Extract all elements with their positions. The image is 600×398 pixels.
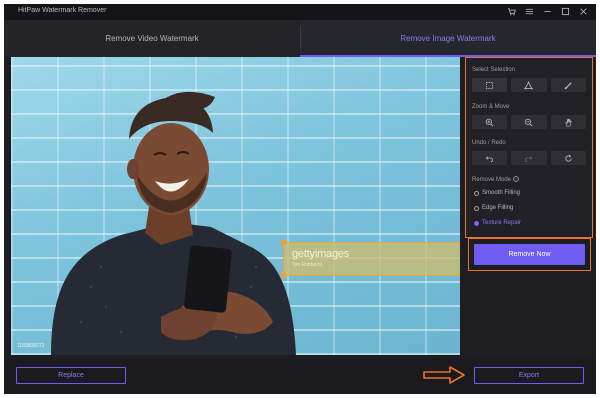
undo-tools-row bbox=[472, 151, 586, 165]
hand-icon[interactable] bbox=[550, 115, 586, 129]
polygon-select-icon[interactable] bbox=[511, 78, 547, 92]
undo-icon[interactable] bbox=[472, 151, 508, 165]
undo-redo-label: Undo / Redo bbox=[472, 140, 506, 146]
mode-edge-filling[interactable]: Edge Filling bbox=[474, 205, 513, 211]
zoom-move-label: Zoom & Move bbox=[472, 104, 510, 110]
arrow-right-icon bbox=[423, 366, 465, 384]
remove-mode-text: Remove Mode bbox=[472, 177, 512, 183]
image-canvas[interactable]: gettyimages Tim Robberts 1183806072 bbox=[11, 57, 460, 355]
tab-remove-image-watermark[interactable]: Remove Image Watermark bbox=[300, 20, 596, 57]
photo-subject bbox=[51, 91, 296, 355]
maximize-icon[interactable] bbox=[560, 7, 570, 17]
resize-handle-top-right[interactable] bbox=[459, 240, 460, 245]
remove-mode-label: Remove Mode? bbox=[472, 176, 520, 183]
window-controls bbox=[506, 6, 588, 18]
title-bar: HitPaw Watermark Remover bbox=[4, 4, 596, 20]
zoom-out-icon[interactable] bbox=[511, 115, 547, 129]
remove-now-highlight: Remove Now bbox=[468, 238, 591, 271]
tab-divider bbox=[300, 26, 301, 51]
zoom-tools-row bbox=[472, 115, 586, 129]
tab-remove-video-watermark[interactable]: Remove Video Watermark bbox=[4, 20, 300, 57]
resize-handle-bottom-left[interactable] bbox=[281, 273, 286, 278]
tool-panel: Select Selection Zoom & Move Undo / Redo… bbox=[465, 57, 593, 238]
resize-handle-bottom-right[interactable] bbox=[459, 273, 460, 278]
mode-label: Smooth Filling bbox=[482, 190, 521, 196]
bottom-bar: Replace Export bbox=[4, 359, 596, 394]
export-button[interactable]: Export bbox=[474, 367, 584, 384]
app-title: HitPaw Watermark Remover bbox=[18, 7, 107, 14]
redo-icon[interactable] bbox=[511, 151, 547, 165]
mode-label: Edge Filling bbox=[482, 205, 514, 211]
radio-icon bbox=[474, 190, 479, 196]
brush-icon[interactable] bbox=[550, 78, 586, 92]
cart-icon[interactable] bbox=[506, 7, 516, 17]
watermark-subtext: Tim Robberts bbox=[292, 262, 322, 268]
mode-smooth-filling[interactable]: Smooth Filling bbox=[474, 190, 520, 196]
select-selection-label: Select Selection bbox=[472, 67, 516, 73]
watermark-text: gettyimages bbox=[292, 248, 350, 260]
reset-icon[interactable] bbox=[550, 151, 586, 165]
minimize-icon[interactable] bbox=[542, 7, 552, 17]
close-icon[interactable] bbox=[578, 7, 588, 17]
zoom-in-icon[interactable] bbox=[472, 115, 508, 129]
radio-selected-icon bbox=[474, 220, 479, 226]
radio-icon bbox=[474, 205, 479, 211]
replace-button[interactable]: Replace bbox=[16, 367, 126, 384]
select-tools-row bbox=[472, 78, 586, 92]
app-window: HitPaw Watermark Remover Remove Video Wa… bbox=[4, 4, 596, 394]
menu-icon[interactable] bbox=[524, 7, 534, 17]
mode-texture-repair[interactable]: Texture Repair bbox=[474, 220, 521, 226]
remove-now-button[interactable]: Remove Now bbox=[474, 244, 585, 265]
rectangle-select-icon[interactable] bbox=[472, 78, 508, 92]
image-credit-id: 1183806072 bbox=[17, 343, 45, 349]
mode-label: Texture Repair bbox=[482, 220, 522, 226]
help-icon[interactable]: ? bbox=[513, 176, 520, 182]
resize-handle-top-left[interactable] bbox=[281, 240, 286, 245]
mode-tabs: Remove Video Watermark Remove Image Wate… bbox=[4, 20, 596, 57]
watermark-selection-box[interactable]: gettyimages Tim Robberts bbox=[281, 240, 460, 278]
